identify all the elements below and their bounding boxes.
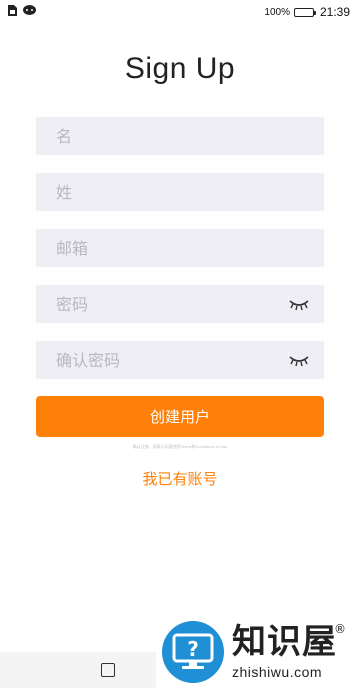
watermark-brand-cn-text: 知识屋 xyxy=(232,622,337,662)
recent-apps-icon[interactable] xyxy=(101,663,115,677)
watermark: ? 知识屋 ® zhishiwu.com xyxy=(156,616,360,688)
eye-closed-icon[interactable] xyxy=(288,297,310,311)
first-name-field[interactable] xyxy=(36,117,324,155)
last-name-input[interactable] xyxy=(56,173,310,211)
email-input[interactable] xyxy=(56,229,310,267)
last-name-field[interactable] xyxy=(36,173,324,211)
status-time: 21:39 xyxy=(319,5,350,19)
sim-icon xyxy=(8,5,17,19)
page-title: Sign Up xyxy=(124,52,236,85)
confirm-password-field[interactable] xyxy=(36,341,324,379)
eye-closed-icon[interactable] xyxy=(288,353,310,367)
watermark-brand-cn: 知识屋 ® xyxy=(232,622,346,662)
status-right: 100% 21:39 xyxy=(264,5,350,19)
registered-mark: ® xyxy=(334,622,347,636)
email-field[interactable] xyxy=(36,229,324,267)
watermark-logo: ? xyxy=(162,621,224,683)
password-input[interactable] xyxy=(56,285,288,323)
battery-icon xyxy=(293,7,316,17)
status-bar: 100% 21:39 xyxy=(0,0,360,24)
battery-percent: 100% xyxy=(264,6,290,18)
create-user-button[interactable]: 创建用户 xyxy=(36,396,324,437)
status-left xyxy=(8,5,36,19)
watermark-brand-en: zhishiwu.com xyxy=(232,664,323,680)
watermark-text: 知识屋 ® zhishiwu.com xyxy=(232,622,346,680)
existing-account-link[interactable]: 我已有账号 xyxy=(0,468,360,489)
chat-icon xyxy=(23,5,36,19)
svg-text:?: ? xyxy=(187,637,199,661)
terms-fineprint[interactable]: 确认注册，即表示同意使用Terms和Conditions of Use xyxy=(0,444,360,450)
confirm-password-input[interactable] xyxy=(56,341,288,379)
first-name-input[interactable] xyxy=(56,117,310,155)
password-field[interactable] xyxy=(36,285,324,323)
